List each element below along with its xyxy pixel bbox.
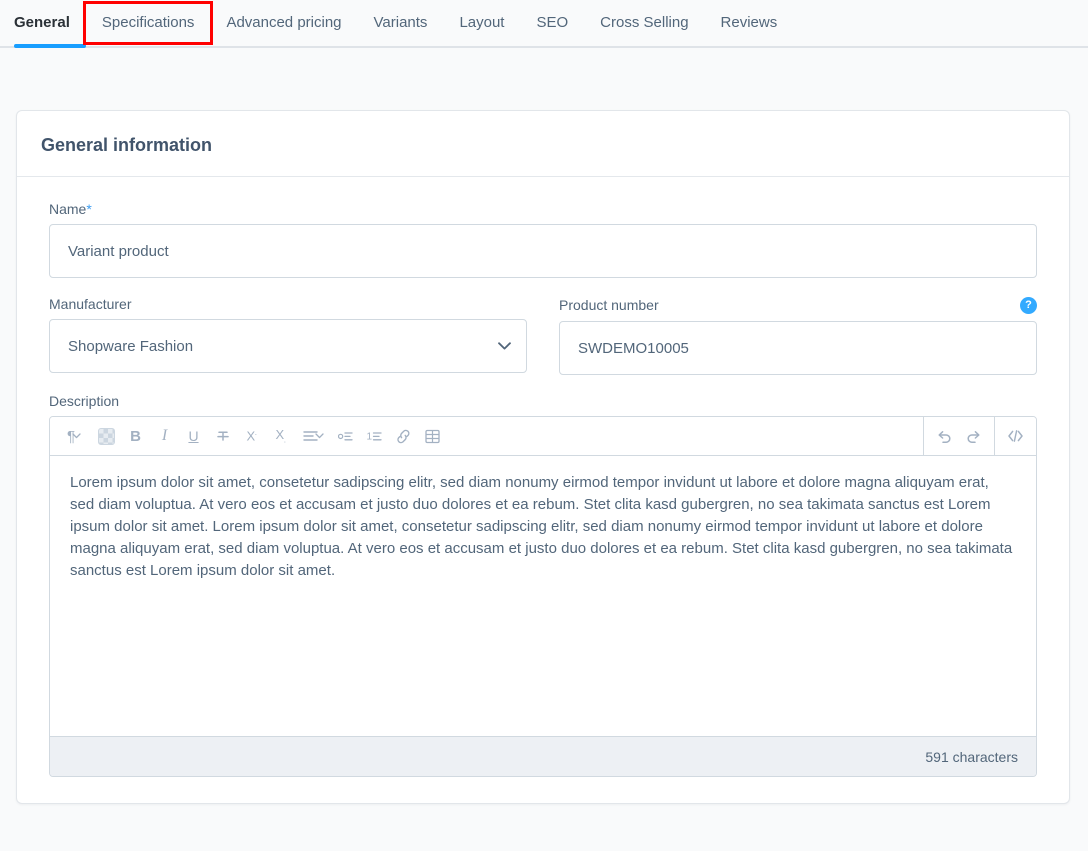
field-name: Name*	[49, 201, 1037, 278]
toolbar-divider-right	[994, 417, 995, 456]
product-number-label: Product number	[559, 297, 659, 313]
underline-button[interactable]: U	[179, 422, 208, 451]
chevron-down-icon-paragraph	[72, 433, 81, 439]
description-label: Description	[49, 393, 120, 409]
tab-advanced-pricing-label: Advanced pricing	[226, 14, 342, 31]
superscript-button[interactable]: X.	[237, 422, 266, 451]
bullet-list-icon	[337, 431, 353, 440]
undo-icon	[938, 430, 951, 443]
manufacturer-select-wrap	[49, 319, 527, 373]
product-number-column: Product number ?	[559, 296, 1037, 393]
tab-advanced-pricing[interactable]: Advanced pricing	[210, 0, 357, 46]
manufacturer-column: Manufacturer	[49, 296, 527, 393]
paragraph-format-button[interactable]: ¶	[56, 422, 92, 451]
link-icon	[397, 429, 410, 443]
product-tab-bar: General Specifications Advanced pricing …	[0, 0, 1088, 48]
product-number-input[interactable]	[559, 321, 1037, 375]
chevron-down-icon-align	[314, 433, 324, 439]
card-body: Name* Manufacturer	[17, 177, 1069, 803]
manufacturer-label: Manufacturer	[49, 296, 132, 312]
field-manufacturer: Manufacturer	[49, 296, 527, 373]
text-color-swatch-button[interactable]	[92, 422, 121, 451]
tab-cross-selling-label: Cross Selling	[600, 14, 689, 31]
color-swatch-icon	[98, 427, 115, 445]
ordered-list-button[interactable]: 1	[360, 422, 389, 451]
name-label-text: Name	[49, 201, 87, 217]
tab-general[interactable]: General	[14, 0, 86, 48]
tab-reviews-label: Reviews	[720, 14, 778, 31]
general-information-card: General information Name* Manufacturer	[16, 110, 1070, 804]
undo-button[interactable]	[930, 422, 959, 451]
tab-reviews[interactable]: Reviews	[705, 0, 794, 46]
name-input[interactable]	[49, 224, 1037, 278]
tab-variants-label: Variants	[373, 14, 428, 31]
description-paragraph: Lorem ipsum dolor sit amet, consetetur s…	[70, 474, 1013, 580]
tab-list: General Specifications Advanced pricing …	[14, 0, 794, 48]
bold-button[interactable]: B	[121, 422, 150, 451]
code-icon	[1008, 430, 1023, 442]
redo-button[interactable]	[959, 422, 988, 451]
character-count: 591 characters	[925, 748, 1018, 765]
underline-icon: U	[188, 428, 199, 444]
tab-seo-label: SEO	[536, 14, 569, 31]
tab-seo[interactable]: SEO	[520, 0, 584, 46]
table-button[interactable]	[418, 422, 447, 451]
link-button[interactable]	[389, 422, 418, 451]
table-icon	[425, 429, 440, 443]
italic-button[interactable]: I	[150, 422, 179, 451]
name-label: Name*	[49, 201, 1037, 217]
redo-icon	[967, 430, 980, 443]
italic-icon: I	[161, 427, 168, 444]
subscript-button[interactable]: X.	[266, 422, 295, 451]
subscript-icon: X.	[275, 427, 286, 445]
svg-text:1: 1	[367, 431, 373, 442]
field-description: Description ¶ B I U X. X. 1 Lorem ipsum …	[49, 393, 1037, 777]
tab-cross-selling[interactable]: Cross Selling	[584, 0, 704, 46]
tab-specifications-label: Specifications	[101, 14, 195, 31]
editor-footer: 591 characters	[50, 736, 1036, 776]
field-product-number: Product number ?	[559, 296, 1037, 375]
ordered-list-icon: 1	[367, 431, 382, 442]
tab-specifications[interactable]: Specifications	[82, 1, 214, 45]
superscript-icon: X.	[246, 428, 257, 444]
bold-icon: B	[130, 427, 141, 445]
page-title: General information	[41, 135, 213, 155]
required-marker: *	[86, 201, 92, 217]
tab-layout[interactable]: Layout	[443, 0, 520, 46]
strikethrough-icon	[216, 431, 229, 441]
strikethrough-button[interactable]	[208, 422, 237, 451]
card-header: General information	[17, 111, 1069, 177]
source-code-button[interactable]	[1001, 422, 1030, 451]
description-editor: ¶ B I U X. X. 1 Lorem ipsum dolor sit am…	[49, 416, 1037, 777]
product-number-label-row: Product number ?	[559, 296, 1037, 314]
toolbar-divider-left	[923, 417, 924, 456]
tab-general-label: General	[14, 14, 70, 31]
description-text-area[interactable]: Lorem ipsum dolor sit amet, consetetur s…	[50, 456, 1036, 736]
tab-layout-label: Layout	[459, 14, 505, 31]
help-icon[interactable]: ?	[1020, 296, 1037, 314]
tab-variants[interactable]: Variants	[358, 0, 444, 46]
manufacturer-product-row: Manufacturer Product number	[49, 296, 1037, 393]
bullet-list-button[interactable]	[331, 422, 360, 451]
editor-toolbar: ¶ B I U X. X. 1	[50, 417, 1036, 456]
manufacturer-select[interactable]	[49, 319, 527, 373]
text-align-button[interactable]	[295, 422, 331, 451]
